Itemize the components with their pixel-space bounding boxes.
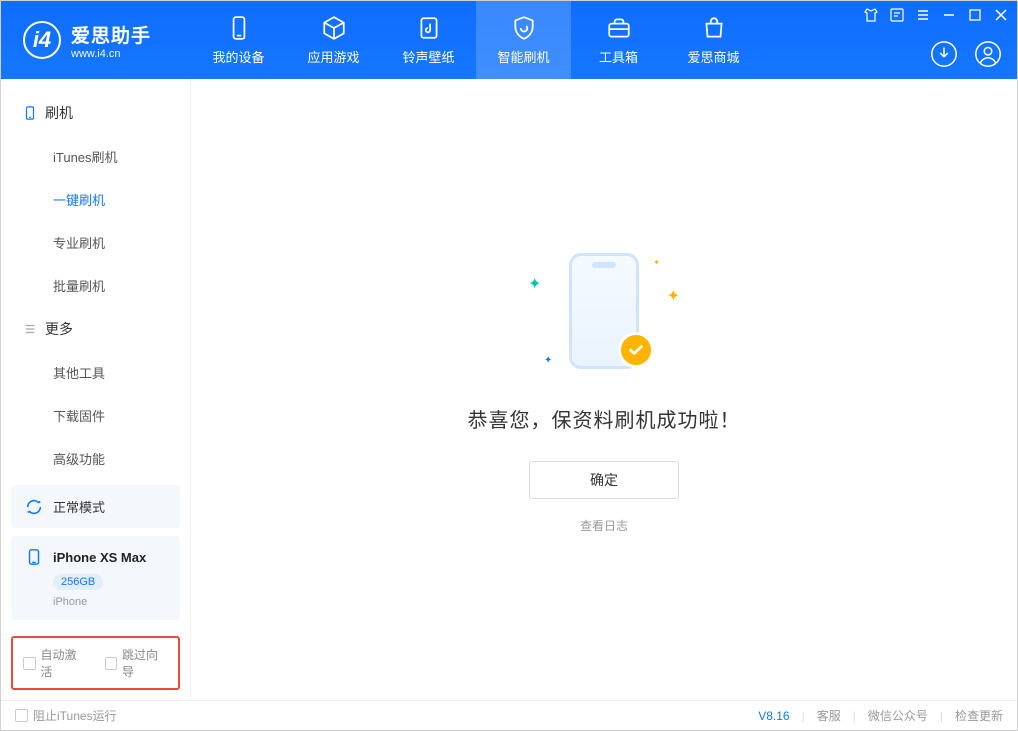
bag-icon — [701, 15, 727, 41]
tab-label: 铃声壁纸 — [402, 47, 454, 66]
sidebar-item-other-tools[interactable]: 其他工具 — [1, 351, 190, 394]
checkbox-label: 自动激活 — [41, 646, 87, 680]
device-mode-panel[interactable]: 正常模式 — [11, 485, 180, 528]
feedback-icon[interactable] — [889, 7, 905, 23]
window-controls — [863, 7, 1009, 23]
checkbox-auto-activate[interactable]: 自动激活 — [23, 646, 87, 680]
sidebar-item-pro-flash[interactable]: 专业刷机 — [1, 221, 190, 264]
logo-icon: i4 — [23, 21, 61, 59]
sidebar-item-one-click-flash[interactable]: 一键刷机 — [1, 178, 190, 221]
sparkle-icon: ✦ — [667, 286, 680, 306]
tab-store[interactable]: 爱思商城 — [666, 1, 761, 79]
sidebar-item-download-firmware[interactable]: 下载固件 — [1, 394, 190, 437]
separator: | — [853, 709, 856, 723]
tab-toolbox[interactable]: 工具箱 — [571, 1, 666, 79]
list-icon — [23, 322, 37, 336]
checkbox-icon — [23, 657, 36, 670]
checkbox-label: 阻止iTunes运行 — [33, 707, 117, 724]
download-icon[interactable] — [929, 39, 959, 69]
result-title: 恭喜您，保资料刷机成功啦！ — [468, 404, 741, 433]
sync-icon — [25, 498, 43, 516]
close-button[interactable] — [993, 7, 1009, 23]
device-type: iPhone — [53, 596, 87, 608]
sparkle-icon: ✦ — [653, 258, 660, 267]
shirt-icon[interactable] — [863, 7, 879, 23]
sidebar-group-more: 更多 — [1, 307, 190, 351]
tab-label: 我的设备 — [212, 47, 264, 66]
tab-flash[interactable]: 智能刷机 — [476, 1, 571, 79]
sidebar-item-advanced[interactable]: 高级功能 — [1, 437, 190, 480]
mode-label: 正常模式 — [53, 497, 105, 516]
checkbox-label: 跳过向导 — [122, 646, 168, 680]
footer-link-support[interactable]: 客服 — [817, 707, 841, 724]
app-header: i4 爱思助手 www.i4.cn 我的设备 应用游戏 铃声壁纸 智能刷机 工具… — [1, 1, 1017, 79]
success-check-icon — [618, 332, 654, 368]
phone-icon — [226, 15, 252, 41]
main-content: ✦ ✦ ✦ ✦ 恭喜您，保资料刷机成功啦！ 确定 查看日志 — [191, 79, 1017, 700]
minimize-button[interactable] — [941, 7, 957, 23]
checkbox-block-itunes[interactable]: 阻止iTunes运行 — [15, 707, 117, 724]
cube-icon — [321, 15, 347, 41]
app-title: 爱思助手 — [71, 21, 151, 48]
tab-my-device[interactable]: 我的设备 — [191, 1, 286, 79]
view-log-link[interactable]: 查看日志 — [580, 517, 628, 534]
logo: i4 爱思助手 www.i4.cn — [1, 1, 191, 79]
separator: | — [802, 709, 805, 723]
music-file-icon — [416, 15, 442, 41]
success-illustration: ✦ ✦ ✦ ✦ — [504, 246, 704, 376]
sidebar-item-batch-flash[interactable]: 批量刷机 — [1, 264, 190, 307]
separator: | — [940, 709, 943, 723]
user-icon[interactable] — [973, 39, 1003, 69]
toolbox-icon — [606, 15, 632, 41]
menu-icon[interactable] — [915, 7, 931, 23]
sidebar-group-flash: 刷机 — [1, 91, 190, 135]
ok-button[interactable]: 确定 — [529, 461, 679, 499]
header-action-icons — [929, 39, 1003, 69]
checkbox-icon — [15, 709, 28, 722]
flash-options-row: 自动激活 跳过向导 — [11, 636, 180, 690]
group-label: 更多 — [45, 319, 73, 339]
sparkle-icon: ✦ — [528, 274, 541, 294]
footer-link-update[interactable]: 检查更新 — [955, 707, 1003, 724]
device-storage: 256GB — [53, 574, 103, 590]
sparkle-icon: ✦ — [544, 355, 552, 366]
app-url: www.i4.cn — [71, 48, 151, 60]
device-icon — [23, 106, 37, 120]
tab-label: 工具箱 — [599, 47, 638, 66]
tab-apps-games[interactable]: 应用游戏 — [286, 1, 381, 79]
phone-icon — [25, 548, 43, 566]
shield-refresh-icon — [511, 15, 537, 41]
device-info-panel[interactable]: iPhone XS Max 256GB iPhone — [11, 536, 180, 620]
tab-label: 智能刷机 — [497, 47, 549, 66]
checkbox-skip-wizard[interactable]: 跳过向导 — [105, 646, 169, 680]
group-label: 刷机 — [45, 103, 73, 123]
checkbox-icon — [105, 657, 118, 670]
maximize-button[interactable] — [967, 7, 983, 23]
tab-label: 应用游戏 — [307, 47, 359, 66]
footer-link-wechat[interactable]: 微信公众号 — [868, 707, 928, 724]
device-name: iPhone XS Max — [53, 550, 146, 565]
version-label: V8.16 — [758, 709, 789, 723]
sidebar-item-itunes-flash[interactable]: iTunes刷机 — [1, 135, 190, 178]
tab-label: 爱思商城 — [687, 47, 739, 66]
sidebar: 刷机 iTunes刷机 一键刷机 专业刷机 批量刷机 更多 其他工具 下载固件 … — [1, 79, 191, 700]
tab-ringtone-wallpaper[interactable]: 铃声壁纸 — [381, 1, 476, 79]
nav-tabs: 我的设备 应用游戏 铃声壁纸 智能刷机 工具箱 爱思商城 — [191, 1, 761, 79]
status-bar: 阻止iTunes运行 V8.16 | 客服 | 微信公众号 | 检查更新 — [1, 700, 1017, 730]
